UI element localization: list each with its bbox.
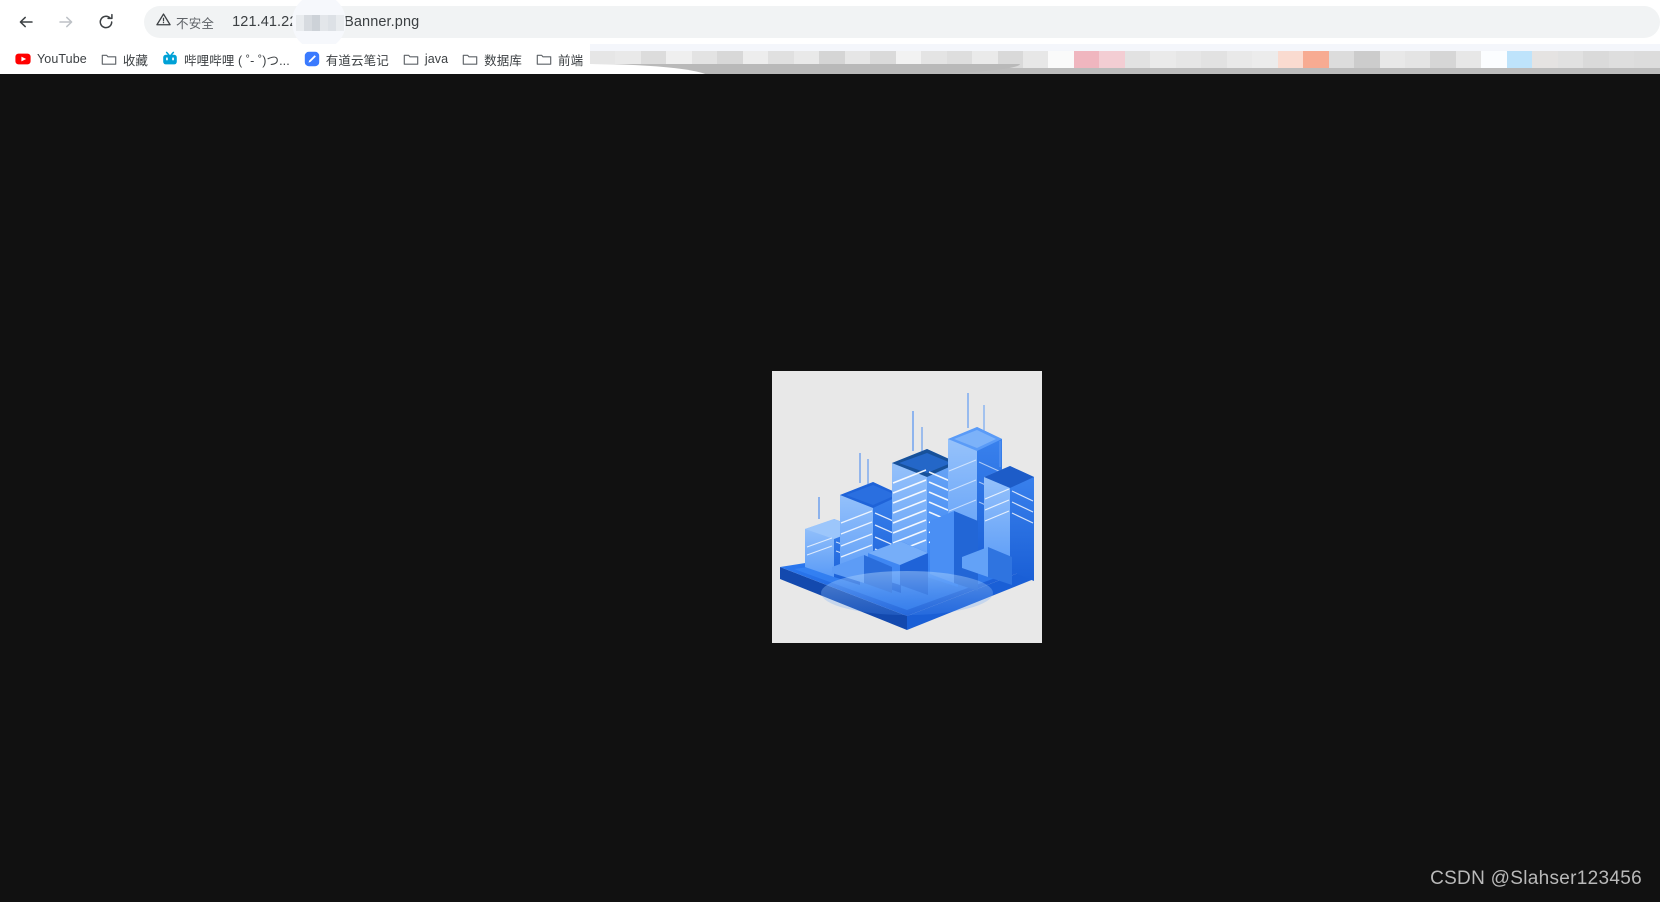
bookmark-label: 前端 bbox=[557, 53, 584, 68]
bookmark-item[interactable]: 前端 bbox=[529, 47, 590, 71]
image-viewer-viewport[interactable]: CSDN @Slahser123456 bbox=[0, 74, 1660, 902]
forward-button[interactable] bbox=[50, 6, 82, 38]
bookmark-label: java bbox=[424, 52, 449, 66]
bookmark-item[interactable]: 收藏 bbox=[94, 47, 155, 71]
bookmark-label: 数据库 bbox=[484, 53, 522, 68]
arrow-right-icon bbox=[56, 12, 76, 32]
bookmark-item[interactable]: YouTube bbox=[8, 47, 94, 71]
bookmark-label: 收藏 bbox=[122, 53, 149, 68]
city-render-svg bbox=[772, 371, 1042, 643]
url-text-prefix: 121.41.22 bbox=[232, 14, 298, 30]
reload-icon bbox=[96, 12, 116, 32]
bookmarks-bar: YouTube 收藏 哔哩哔哩 ( ˚- ˚)つ... 有道云笔记 java 数据库 前端 bbox=[0, 44, 1660, 74]
bookmark-label: YouTube bbox=[37, 52, 87, 66]
youtube-icon bbox=[15, 53, 31, 65]
bookmark-item[interactable]: 数据库 bbox=[455, 47, 529, 71]
address-bar[interactable]: 不安全 121.41.22 static/Banner.png bbox=[144, 0, 1660, 50]
folder-icon bbox=[536, 54, 552, 65]
security-status-chip[interactable]: 不安全 bbox=[156, 12, 224, 32]
folder-icon bbox=[462, 54, 478, 65]
reload-button[interactable] bbox=[90, 6, 122, 38]
bilibili-icon bbox=[163, 51, 177, 65]
warning-triangle-icon bbox=[156, 12, 171, 32]
banner-image[interactable] bbox=[772, 371, 1042, 643]
bookmark-label: 有道云笔记 bbox=[325, 53, 389, 68]
folder-icon bbox=[101, 54, 117, 65]
arrow-left-icon bbox=[16, 12, 36, 32]
youdao-note-icon bbox=[304, 51, 319, 67]
browser-toolbar: 不安全 121.41.22 static/Banner.png bbox=[0, 0, 1660, 50]
csdn-watermark: CSDN @Slahser123456 bbox=[1430, 868, 1642, 889]
security-status-label: 不安全 bbox=[176, 16, 215, 31]
bookmark-item[interactable]: 有道云笔记 bbox=[297, 47, 396, 71]
folder-icon bbox=[403, 54, 419, 65]
bookmark-item[interactable]: java bbox=[396, 47, 455, 71]
browser-chrome: 不安全 121.41.22 static/Banner.png YouTube 收… bbox=[0, 0, 1660, 76]
url-text-suffix: static/Banner.png bbox=[305, 14, 420, 30]
bookmark-item[interactable]: 哔哩哔哩 ( ˚- ˚)つ... bbox=[155, 47, 297, 71]
bookmark-label: 哔哩哔哩 ( ˚- ˚)つ... bbox=[184, 53, 290, 68]
back-button[interactable] bbox=[10, 6, 42, 38]
